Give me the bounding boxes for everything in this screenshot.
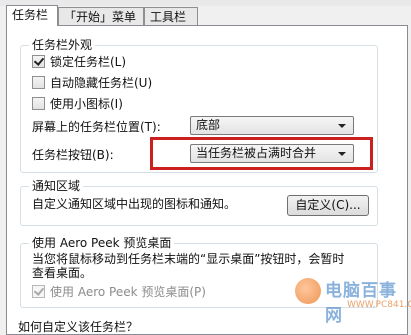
appearance-title: 任务栏外观 (29, 36, 96, 53)
customize-button[interactable]: 自定义(C)... (287, 195, 369, 216)
notification-description: 自定义通知区域中出现的图标和通知。 (32, 197, 237, 211)
checkbox-icon (32, 97, 45, 110)
position-select[interactable]: 底部 (190, 116, 354, 135)
lock-taskbar-checkbox[interactable]: 锁定任务栏(L) (32, 54, 126, 70)
auto-hide-checkbox[interactable]: 自动隐藏任务栏(U) (32, 75, 152, 91)
auto-hide-label: 自动隐藏任务栏(U) (50, 76, 153, 90)
tab-start-menu[interactable]: 「开始」菜单 (58, 7, 144, 25)
chevron-down-icon (338, 124, 346, 128)
watermark: 电脑百事网 WWW.PC841.COM (295, 274, 411, 326)
peek-title: 使用 Aero Peek 预览桌面 (29, 234, 175, 251)
small-icons-checkbox[interactable]: 使用小图标(I) (32, 96, 123, 112)
tab-toolbars[interactable]: 工具栏 (144, 7, 198, 25)
window-top-edge (0, 0, 411, 6)
checkbox-checked-icon (32, 55, 45, 68)
checkbox-icon (32, 76, 45, 89)
position-select-value: 底部 (196, 118, 221, 132)
peek-description-line2: 查看桌面。 (32, 266, 93, 280)
lock-taskbar-label: 锁定任务栏(L) (50, 55, 127, 69)
position-label: 屏幕上的任务栏位置(T): (32, 120, 161, 134)
watermark-logo-icon (295, 278, 321, 304)
peek-checkbox[interactable]: 使用 Aero Peek 预览桌面(P) (32, 284, 206, 300)
buttons-label: 任务栏按钮(B): (32, 148, 114, 162)
peek-checkbox-label: 使用 Aero Peek 预览桌面(P) (50, 285, 206, 299)
checkbox-checked-icon (32, 285, 45, 298)
notification-title: 通知区域 (29, 177, 84, 194)
small-icons-label: 使用小图标(I) (50, 97, 123, 111)
tab-taskbar[interactable]: 任务栏 (6, 5, 58, 26)
help-link[interactable]: 如何自定义该任务栏？ (18, 318, 138, 335)
watermark-url: WWW.PC841.COM (347, 300, 411, 310)
red-highlight-box (150, 137, 373, 170)
